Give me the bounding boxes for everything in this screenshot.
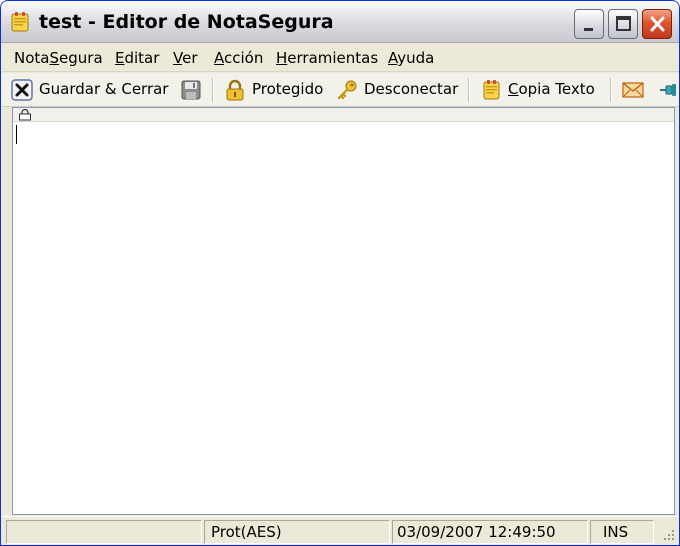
copy-text-post: opia Texto <box>518 80 595 98</box>
disconnect-button[interactable]: Desconectar <box>336 77 458 103</box>
close-button[interactable] <box>642 9 672 39</box>
menu-editar[interactable]: Editar <box>115 49 159 67</box>
menu-text: egura <box>59 49 103 67</box>
key-icon <box>337 80 357 100</box>
menu-text: er <box>182 49 198 67</box>
minimize-button[interactable] <box>574 9 604 39</box>
menu-mnemonic: A <box>214 49 224 67</box>
status-bar: Prot(AES) 03/09/2007 12:49:50 INS <box>2 516 679 545</box>
copy-text-label: Copia Texto <box>508 80 595 98</box>
protected-label: Protegido <box>252 80 324 98</box>
status-datetime: 03/09/2007 12:49:50 <box>392 520 588 544</box>
close-x-icon <box>11 79 33 101</box>
mode-text: INS <box>603 523 629 541</box>
notepad-app-icon <box>11 12 29 32</box>
editor-content[interactable] <box>17 124 667 509</box>
window-title: test - Editor de NotaSegura <box>39 11 334 33</box>
copy-text-mnemonic: C <box>508 80 519 98</box>
save-close-button[interactable]: Guardar & Cerrar <box>11 77 169 103</box>
resize-grip-icon[interactable] <box>662 528 676 542</box>
status-insert-mode: INS <box>590 520 654 544</box>
pushpin-icon <box>660 84 676 96</box>
envelope-icon <box>622 82 644 98</box>
disconnect-label: Desconectar <box>364 80 459 98</box>
note-editor[interactable] <box>12 107 675 515</box>
email-button[interactable] <box>622 77 648 103</box>
menu-mnemonic: V <box>173 49 183 67</box>
pin-button[interactable] <box>656 77 678 103</box>
minimize-icon <box>584 28 593 31</box>
menu-mnemonic: A <box>388 49 398 67</box>
menu-text: erramientas <box>287 49 379 67</box>
toolbar: Guardar & Cerrar Protegido Desconectar C… <box>2 73 679 107</box>
menu-text: ditar <box>124 49 160 67</box>
padlock-icon <box>226 79 244 101</box>
menu-notasegura[interactable]: NotaSegura <box>14 49 103 67</box>
datetime-text: 03/09/2007 12:49:50 <box>397 523 556 541</box>
menu-mnemonic: H <box>276 49 288 67</box>
status-panel-empty <box>6 520 202 544</box>
maximize-icon <box>616 16 631 31</box>
menu-ayuda[interactable]: Ayuda <box>388 49 434 67</box>
menu-text: Nota <box>14 49 50 67</box>
menu-text: yuda <box>397 49 435 67</box>
toolbar-separator <box>212 78 214 102</box>
menu-text: cción <box>224 49 264 67</box>
editor-header-strip <box>13 108 674 122</box>
maximize-button[interactable] <box>608 9 638 39</box>
menu-herramientas[interactable]: Herramientas <box>276 49 378 67</box>
toolbar-separator <box>468 78 470 102</box>
floppy-disk-icon <box>181 80 201 100</box>
copy-text-button[interactable]: Copia Texto <box>480 77 600 103</box>
protected-button[interactable]: Protegido <box>224 77 324 103</box>
menu-accion[interactable]: Acción <box>214 49 263 67</box>
note-copy-icon <box>483 80 500 100</box>
menu-bar: NotaSegura Editar Ver Acción Herramienta… <box>2 44 679 72</box>
save-button[interactable] <box>180 77 204 103</box>
small-lock-icon <box>19 109 31 121</box>
toolbar-separator <box>610 78 612 102</box>
save-close-label: Guardar & Cerrar <box>39 80 169 98</box>
status-protection: Prot(AES) <box>204 520 390 544</box>
close-icon <box>650 16 665 32</box>
menu-ver[interactable]: Ver <box>173 49 198 67</box>
menu-mnemonic: S <box>49 49 60 67</box>
protection-text: Prot(AES) <box>211 523 282 541</box>
app-window: test - Editor de NotaSegura NotaSegura E… <box>0 0 680 546</box>
title-bar[interactable]: test - Editor de NotaSegura <box>1 1 679 43</box>
